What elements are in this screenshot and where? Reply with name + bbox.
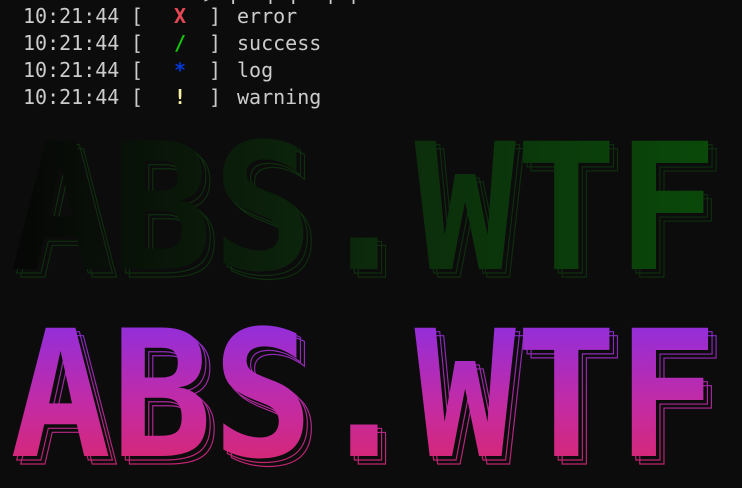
bracket-close: ] [209, 4, 222, 28]
warning-icon: ! [173, 85, 187, 109]
bracket-open: [ [131, 85, 144, 109]
ascii-banner-purple: ABS.WTF ABS.WTF ABS.WTF [0, 322, 742, 488]
timestamp: 10:21:44 [23, 31, 120, 55]
timestamp: 10:21:44 [23, 58, 120, 82]
log-message: log [237, 58, 274, 82]
log-icon: * [173, 58, 187, 82]
error-icon: X [173, 4, 187, 28]
banner-text-purple: ABS.WTF [10, 322, 718, 488]
bracket-close: ] [209, 85, 222, 109]
log-list: 10:21:44 [ X ] error 10:21:44 [ / ] succ… [23, 3, 321, 111]
log-line-success: 10:21:44 [ / ] success [23, 30, 321, 57]
timestamp: 10:21:44 [23, 85, 120, 109]
bracket-open: [ [131, 58, 144, 82]
log-line-log: 10:21:44 [ * ] log [23, 57, 321, 84]
bracket-close: ] [209, 31, 222, 55]
bracket-open: [ [131, 31, 144, 55]
ascii-banner-dark: ABS.WTF ABS.WTF ABS.WTF [0, 135, 742, 295]
log-line-warning: 10:21:44 [ ! ] warning [23, 84, 321, 111]
bracket-open: [ [131, 4, 144, 28]
log-message: success [237, 31, 322, 55]
terminal-window: > [ ] [ ] [ 10:21:44 [ X ] error 10:21:4… [0, 0, 742, 488]
log-line-error: 10:21:44 [ X ] error [23, 3, 321, 30]
bracket-close: ] [209, 58, 222, 82]
log-message: warning [237, 85, 322, 109]
banner-text-dark: ABS.WTF [10, 135, 718, 295]
success-icon: / [173, 31, 187, 55]
log-message: error [237, 4, 298, 28]
timestamp: 10:21:44 [23, 4, 120, 28]
